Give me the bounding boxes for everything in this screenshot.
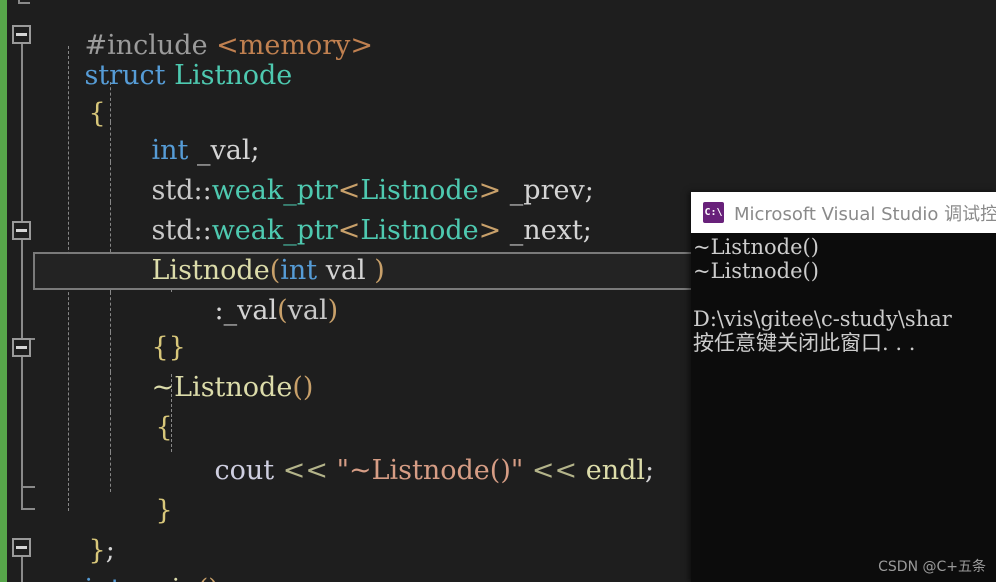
unsaved-changes-indicator — [0, 0, 7, 582]
screenshot-root: #include <memory> struct Listnode { int … — [0, 0, 996, 582]
token-stream-cout: cout — [214, 455, 275, 486]
code-line-constructor[interactable]: Listnode(int val ) — [100, 211, 385, 286]
console-output-blank-line — [693, 283, 996, 307]
code-line-dtor-close[interactable]: } — [104, 451, 173, 526]
fold-toggle-struct[interactable] — [12, 25, 31, 44]
token-semicolon: ; — [645, 455, 655, 486]
console-output-area[interactable]: ~Listnode() ~Listnode() D:\vis\gitee\c-s… — [691, 233, 996, 582]
fold-toggle-ctor[interactable] — [12, 221, 31, 240]
token-paren-close: ) — [327, 295, 339, 326]
token-arg-val: val — [287, 295, 328, 326]
console-output-line: ~Listnode() — [693, 235, 819, 259]
token-function-main: main — [130, 574, 198, 582]
token-paren-close: ) — [374, 255, 385, 286]
token-operator-shift: << — [282, 455, 328, 486]
code-line-main-open[interactable]: { — [37, 568, 106, 582]
console-title-bar[interactable]: C:\ Microsoft Visual Studio 调试控制台 — [691, 192, 996, 233]
fold-toggle-dtor[interactable] — [12, 338, 31, 357]
token-endl: endl — [585, 455, 646, 486]
outline-line-struct-end — [21, 455, 23, 510]
fold-toggle-main[interactable] — [12, 538, 31, 557]
token-paren-pair: () — [292, 372, 314, 403]
code-line-struct-close[interactable]: }; — [37, 491, 115, 566]
code-line-struct-decl[interactable]: struct Listnode — [33, 16, 293, 91]
code-line-cout[interactable]: cout << "~Listnode()" << endl; — [163, 411, 655, 486]
code-line-member-val[interactable]: int _val; — [100, 91, 260, 166]
code-line-init-list[interactable]: :_val(val) — [163, 251, 339, 326]
token-brace-close: } — [155, 495, 173, 526]
token-paren-pair: () — [198, 574, 219, 582]
outline-foot-include — [18, 2, 30, 4]
console-output-prompt-line: 按任意键关闭此窗口. . . — [693, 331, 916, 355]
code-line-struct-open[interactable]: { — [37, 54, 106, 129]
outline-line-main — [21, 557, 23, 582]
token-colon: :_val — [214, 295, 278, 326]
token-string-literal: "~Listnode()" — [336, 455, 524, 486]
token-operator-shift: << — [531, 455, 578, 486]
code-line-ctor-body[interactable]: {} — [100, 288, 186, 363]
token-paren-open: ( — [277, 295, 288, 326]
code-line-dtor-open[interactable]: { — [104, 368, 173, 443]
console-icon-label: C:\ — [704, 206, 723, 218]
code-line-member-prev[interactable]: std::weak_ptr<Listnode> _prev; — [100, 131, 594, 206]
token-angle-close: > — [478, 215, 502, 246]
debug-console-window[interactable]: C:\ Microsoft Visual Studio 调试控制台 ~Listn… — [691, 192, 996, 582]
outline-foot-struct-end — [21, 508, 35, 510]
console-output-path-line: D:\vis\gitee\c-study\shar — [693, 307, 952, 331]
code-line-member-next[interactable]: std::weak_ptr<Listnode> _next; — [100, 171, 592, 246]
console-output-line: ~Listnode() — [693, 259, 819, 283]
console-app-icon: C:\ — [703, 202, 724, 223]
token-identifier-next: _next; — [501, 215, 592, 246]
outline-line-ctor — [21, 240, 23, 340]
code-line-main[interactable]: int main() — [33, 530, 219, 582]
token-type-listnode: Listnode — [174, 60, 293, 91]
watermark: CSDN @C+五条 — [878, 559, 986, 575]
outline-foot-dtor — [21, 486, 35, 488]
code-line-destructor[interactable]: ~Listnode() — [100, 328, 314, 403]
console-window-title: Microsoft Visual Studio 调试控制台 — [734, 203, 996, 225]
